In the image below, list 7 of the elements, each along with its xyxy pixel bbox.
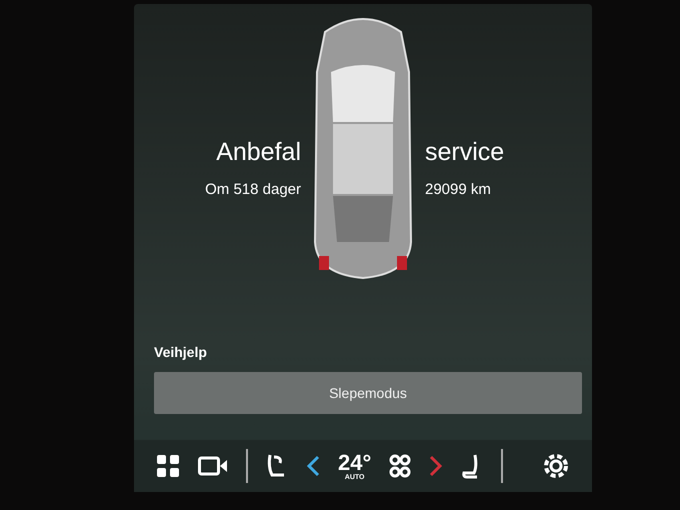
service-title: service — [425, 138, 506, 167]
temperature-text[interactable]: 24° — [338, 452, 372, 474]
service-title: Anbefal — [215, 138, 301, 167]
tow-mode-button[interactable]: Slepemodus — [154, 372, 582, 414]
service-due-text: Om 518 dager — [204, 181, 301, 198]
service-due-text: 29099 km — [425, 181, 492, 198]
section-title: Veihjelp — [154, 344, 208, 360]
